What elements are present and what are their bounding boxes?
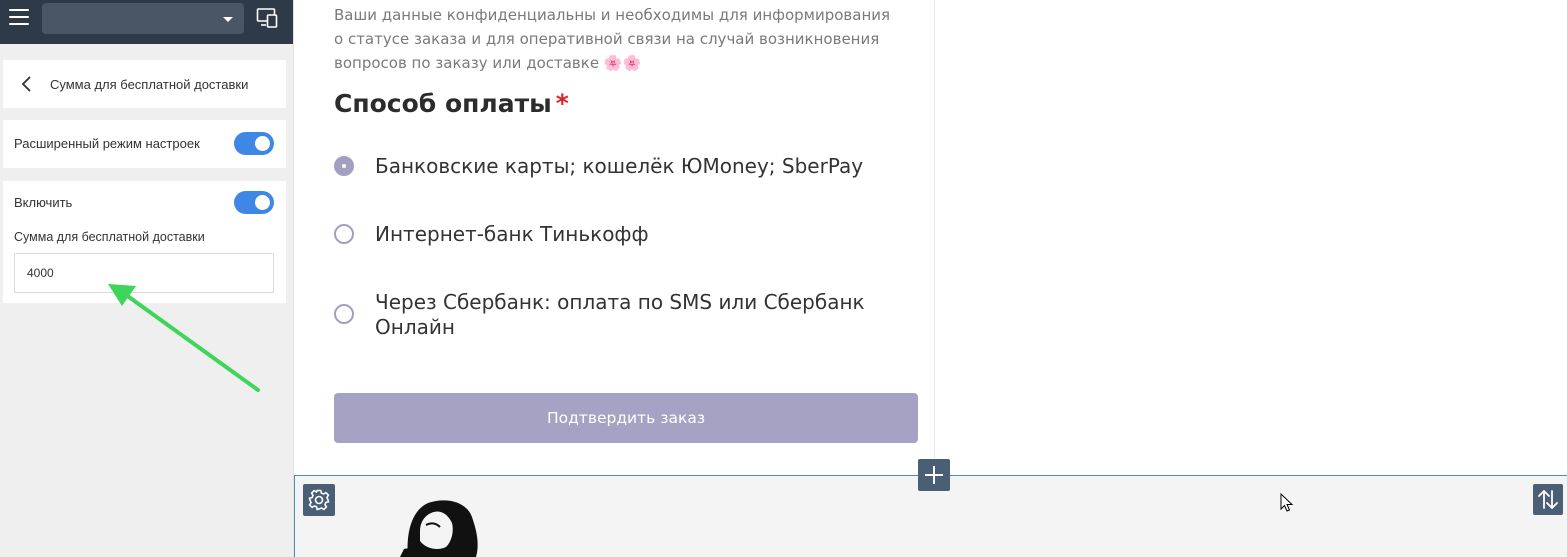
radio-button[interactable] [334, 156, 354, 176]
panel-title: Сумма для бесплатной доставки [50, 77, 249, 92]
radio-button[interactable] [334, 224, 354, 244]
free-delivery-amount-label: Сумма для бесплатной доставки [14, 230, 205, 244]
chevron-left-icon[interactable] [19, 74, 33, 94]
payment-option-label: Банковские карты; кошелёк ЮMoney; SberPa… [375, 154, 864, 178]
annotation-arrow [108, 284, 260, 392]
enable-toggle[interactable] [234, 191, 274, 214]
payment-option-label: Через Сбербанк: оплата по SMS или Сберба… [375, 290, 865, 339]
sort-arrows-icon[interactable] [1533, 484, 1563, 515]
enable-label: Включить [14, 195, 73, 210]
privacy-note: Ваши данные конфиденциальны и необходимы… [334, 6, 891, 72]
payment-method-title-text: Способ оплаты [334, 89, 552, 118]
advanced-mode-toggle[interactable] [234, 132, 274, 155]
confirm-order-button[interactable]: Подтвердить заказ [334, 393, 918, 443]
radio-button[interactable] [334, 304, 354, 324]
portrait-image [400, 500, 478, 557]
device-preview-icon[interactable] [256, 7, 280, 29]
advanced-mode-row: Расширенный режим настроек [3, 120, 286, 168]
settings-panel-header: Сумма для бесплатной доставки [3, 60, 286, 108]
chevron-down-icon [223, 17, 233, 22]
payment-method-title: Способ оплаты * [334, 89, 569, 118]
checkout-form: Ваши данные конфиденциальны и необходимы… [295, 0, 935, 475]
gear-icon[interactable] [303, 484, 335, 516]
editor-topbar [0, 0, 293, 44]
advanced-mode-label: Расширенный режим настроек [14, 136, 200, 151]
mouse-cursor-icon [1280, 493, 1294, 512]
plus-icon[interactable] [918, 459, 950, 491]
site-select[interactable] [42, 3, 244, 34]
required-mark: * [555, 89, 569, 118]
editor-sidebar: Сумма для бесплатной доставки Расширенны… [0, 0, 294, 557]
hamburger-icon[interactable] [9, 9, 29, 27]
payment-option-label: Интернет-банк Тинькофф [375, 222, 649, 246]
